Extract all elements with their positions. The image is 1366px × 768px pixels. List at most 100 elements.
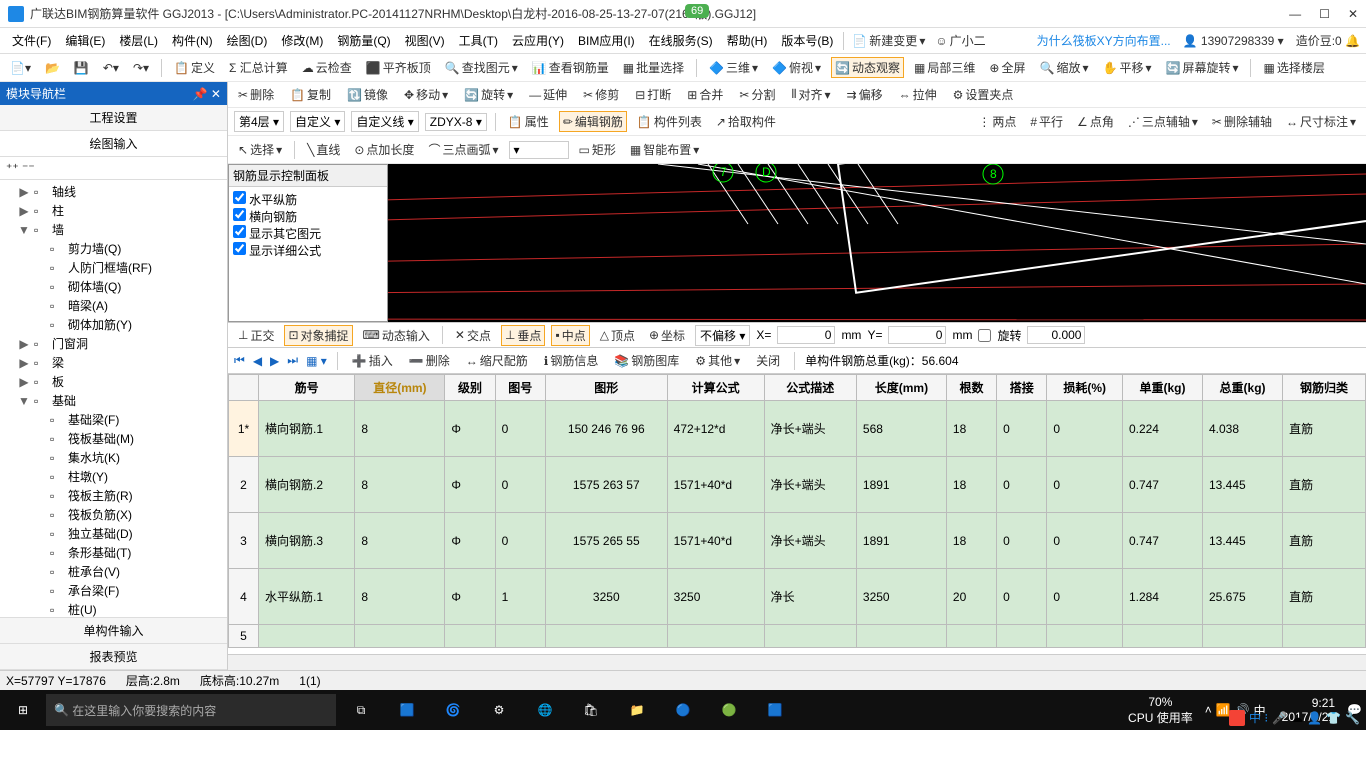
task-explorer[interactable]: 📁	[616, 691, 658, 729]
menu-modify[interactable]: 修改(M)	[275, 30, 329, 51]
tree-item[interactable]: ▫承台梁(F)	[0, 581, 227, 600]
trim-button[interactable]: ✂ 修剪	[579, 84, 623, 105]
menu-bim[interactable]: BIM应用(I)	[572, 30, 641, 51]
align-top-button[interactable]: ⬛ 平齐板顶	[362, 57, 435, 78]
table-header[interactable]: 长度(mm)	[856, 375, 946, 401]
y-input[interactable]	[888, 326, 946, 344]
grip-button[interactable]: ⚙ 设置夹点	[949, 84, 1018, 105]
insert-row-button[interactable]: ➕ 插入	[348, 350, 397, 371]
undo-icon[interactable]: ↶▾	[99, 59, 123, 77]
tree-item[interactable]: ▫条形基础(T)	[0, 543, 227, 562]
collapse-icon[interactable]: ⁻⁻	[22, 161, 35, 175]
start-button[interactable]: ⊞	[4, 691, 42, 729]
tree-item[interactable]: ▫砌体加筋(Y)	[0, 315, 227, 334]
expand-icon[interactable]: ⁺⁺	[6, 161, 19, 175]
3d-button[interactable]: 🔷 三维 ▾	[705, 57, 762, 78]
close-button[interactable]: ✕	[1348, 7, 1358, 21]
view-rebar-button[interactable]: 📊 查看钢筋量	[528, 57, 613, 78]
break-button[interactable]: ⊟ 打断	[631, 84, 675, 105]
draw-mode-dropdown[interactable]: ▾	[509, 141, 569, 159]
rotate-input[interactable]	[1027, 326, 1085, 344]
table-header[interactable]: 公式描述	[764, 375, 856, 401]
angle-button[interactable]: ∠ 点角	[1073, 111, 1118, 132]
rebar-info-button[interactable]: ℹ 钢筋信息	[540, 350, 603, 371]
horizontal-scrollbar[interactable]	[228, 654, 1366, 670]
code-dropdown[interactable]: ZDYX-8 ▾	[425, 113, 487, 131]
batch-select-button[interactable]: ▦ 批量选择	[619, 57, 688, 78]
menu-tool[interactable]: 工具(T)	[453, 30, 504, 51]
tree-item[interactable]: ▼▫墙	[0, 220, 227, 239]
vertex-button[interactable]: △ 顶点	[596, 325, 639, 346]
next-icon[interactable]: ▶	[270, 354, 279, 368]
dynamic-view-button[interactable]: 🔄 动态观察	[831, 57, 904, 78]
panel-check-2[interactable]: 显示其它图元	[233, 225, 383, 242]
menu-view[interactable]: 视图(V)	[399, 30, 451, 51]
rotate-check[interactable]	[978, 329, 991, 342]
task-app-5[interactable]: 🟢	[708, 691, 750, 729]
tree-item[interactable]: ▫筏板主筋(R)	[0, 486, 227, 505]
perpendicular-button[interactable]: ⊥ 垂点	[501, 325, 545, 346]
panel-check-0[interactable]: 水平纵筋	[233, 191, 383, 208]
menu-rebar[interactable]: 钢筋量(Q)	[331, 30, 396, 51]
table-header[interactable]	[229, 375, 259, 401]
taskview-icon[interactable]: ⧉	[340, 691, 382, 729]
offset-button[interactable]: ⇉ 偏移	[843, 84, 887, 105]
table-row[interactable]: 1*横向钢筋.18Φ0150 246 76 96472+12*d净长+端头568…	[229, 401, 1366, 457]
find-element-button[interactable]: 🔍 查找图元 ▾	[441, 57, 522, 78]
new-change-button[interactable]: 📄 新建变更 ▾	[848, 30, 929, 51]
extend-button[interactable]: — 延伸	[525, 84, 571, 105]
sidebar-tab-draw[interactable]: 绘图输入	[0, 131, 227, 157]
tree-item[interactable]: ▫桩承台(V)	[0, 562, 227, 581]
tree-item[interactable]: ▫集水坑(K)	[0, 448, 227, 467]
tray-user-icon[interactable]: 👤	[1307, 711, 1322, 725]
arc-button[interactable]: ⌒ 三点画弧 ▾	[424, 139, 502, 160]
zoom-button[interactable]: 🔍 缩放 ▾	[1035, 57, 1092, 78]
category-dropdown[interactable]: 自定义 ▾	[290, 111, 345, 132]
first-icon[interactable]: ⏮	[234, 353, 245, 368]
close-panel-button[interactable]: 关闭	[752, 350, 784, 371]
osnap-button[interactable]: ⊡ 对象捕捉	[284, 325, 352, 346]
task-edge[interactable]: 🌐	[524, 691, 566, 729]
coord-button[interactable]: ⊕ 坐标	[645, 325, 689, 346]
table-header[interactable]: 搭接	[997, 375, 1047, 401]
save-icon[interactable]: 💾	[70, 59, 93, 77]
table-row[interactable]: 2横向钢筋.28Φ01575 263 571571+40*d净长+端头18911…	[229, 457, 1366, 513]
sidebar-pin-icon[interactable]: 📌 ✕	[193, 87, 221, 101]
tree-item[interactable]: ▶▫梁	[0, 353, 227, 372]
tree-item[interactable]: ▫人防门框墙(RF)	[0, 258, 227, 277]
pick-button[interactable]: ↗ 拾取构件	[712, 111, 780, 132]
component-list-button[interactable]: 📋 构件列表	[633, 111, 706, 132]
prev-icon[interactable]: ◀	[253, 354, 262, 368]
tree-item[interactable]: ▫剪力墙(Q)	[0, 239, 227, 258]
table-header[interactable]: 级别	[445, 375, 495, 401]
menu-draw[interactable]: 绘图(D)	[221, 30, 274, 51]
split-button[interactable]: ✂ 分割	[735, 84, 779, 105]
sidebar-single-input[interactable]: 单构件输入	[0, 618, 227, 644]
table-header[interactable]: 钢筋归类	[1283, 375, 1366, 401]
user-id[interactable]: 👤 13907298339 ▾	[1183, 34, 1284, 48]
tree-item[interactable]: ▶▫板	[0, 372, 227, 391]
notification-badge[interactable]: 69	[685, 4, 709, 18]
x-input[interactable]	[777, 326, 835, 344]
new-icon[interactable]: 📄▾	[6, 59, 35, 77]
panel-check-3[interactable]: 显示详细公式	[233, 242, 383, 259]
task-store[interactable]: 🛍	[570, 691, 612, 729]
last-icon[interactable]: ⏭	[287, 353, 298, 368]
tree-item[interactable]: ▶▫轴线	[0, 182, 227, 201]
tray-settings-icon[interactable]: 🔧	[1345, 711, 1360, 725]
task-app-4[interactable]: 🔵	[662, 691, 704, 729]
table-row[interactable]: 5	[229, 625, 1366, 648]
table-header[interactable]: 损耗(%)	[1047, 375, 1123, 401]
midpoint-button[interactable]: ▪ 中点	[551, 325, 589, 346]
define-button[interactable]: 📋 定义	[170, 57, 219, 78]
rotate-button[interactable]: 🔄 旋转 ▾	[460, 84, 517, 105]
select-button[interactable]: ↖ 选择 ▾	[234, 139, 286, 160]
local-3d-button[interactable]: ▦ 局部三维	[910, 57, 979, 78]
rebar-table[interactable]: 筋号直径(mm)级别图号图形计算公式公式描述长度(mm)根数搭接损耗(%)单重(…	[228, 374, 1366, 654]
tip-link[interactable]: 为什么筏板XY方向布置...	[1037, 32, 1171, 49]
copy-button[interactable]: 📋 复制	[286, 84, 335, 105]
sum-button[interactable]: Σ 汇总计算	[225, 57, 292, 78]
cpu-meter[interactable]: 70% CPU 使用率	[1120, 695, 1201, 726]
floor-dropdown[interactable]: 第4层 ▾	[234, 111, 284, 132]
table-row[interactable]: 4水平纵筋.18Φ132503250净长325020001.28425.675直…	[229, 569, 1366, 625]
